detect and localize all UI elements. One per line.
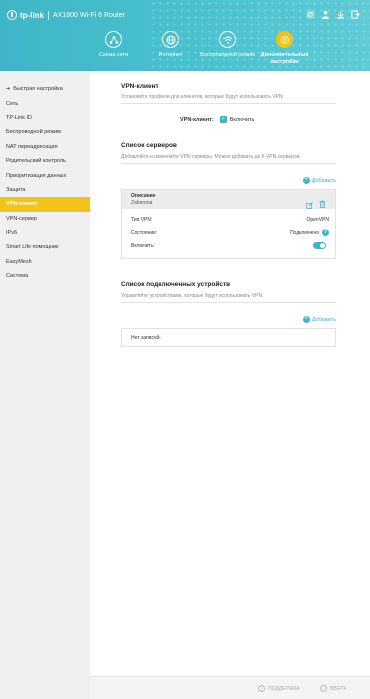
nav-network-map[interactable]: Схема сети <box>85 31 142 65</box>
sidebar-item-label: IPv6 <box>6 230 18 237</box>
main-nav: Схема сети Интернет Беспроводной режим Д… <box>85 31 313 65</box>
vpn-client-checkbox[interactable]: ✓ <box>219 116 227 123</box>
edit-icon[interactable] <box>306 196 313 209</box>
nav-wireless[interactable]: Беспроводной режим <box>199 31 256 65</box>
divider <box>121 103 336 104</box>
sidebar-item-vpn-client[interactable]: VPN-клиент <box>0 197 90 212</box>
footer: ? ПОДДЕРЖКА ↑ ВВЕРХ <box>90 676 370 699</box>
nav-label: Интернет <box>158 52 183 58</box>
nav-label: Схема сети <box>98 52 129 58</box>
nav-advanced[interactable]: Дополнительные настройки <box>256 31 313 65</box>
sidebar: ➜ Быстрая настройка Сеть TP-Link ID Беспр… <box>0 82 90 283</box>
vpn-type-value: OpenVPN <box>306 217 329 223</box>
support-link[interactable]: ? ПОДДЕРЖКА <box>258 685 300 692</box>
plus-icon: + <box>302 177 310 184</box>
sidebar-item-nat[interactable]: NAT переадресация <box>0 140 90 154</box>
sidebar-item-easymesh[interactable]: EasyMesh <box>0 255 90 269</box>
vpn-client-enable-row: VPN-клиент: ✓ Включить <box>180 116 254 123</box>
sidebar-item-ipv6[interactable]: IPv6 <box>0 226 90 240</box>
divider <box>121 302 336 303</box>
arrow-up-icon: ↑ <box>320 685 327 692</box>
top-icons <box>306 10 360 19</box>
sidebar-item-quick-setup[interactable]: ➜ Быстрая настройка <box>0 82 90 96</box>
nav-internet[interactable]: Интернет <box>142 31 199 65</box>
sidebar-item-qos[interactable]: Приоритизация данных <box>0 168 90 182</box>
server-card-header: Описание Zaborona <box>122 190 335 209</box>
divider <box>121 163 336 164</box>
wifi-icon <box>219 31 236 48</box>
vpn-enable-row: Включить: <box>131 242 329 249</box>
sidebar-item-label: Сеть <box>6 100 19 107</box>
logout-icon[interactable] <box>351 10 360 19</box>
vpn-state-label: Состояние: <box>131 229 158 236</box>
server-list-title: Список серверов <box>121 142 177 149</box>
server-card: Описание Zaborona Тип VPN: OpenVPN Состо… <box>121 189 336 259</box>
add-server-button[interactable]: + Добавить <box>302 177 336 184</box>
sidebar-item-security[interactable]: Защита <box>0 183 90 197</box>
sidebar-item-label: Быстрая настройка <box>13 86 63 93</box>
sidebar-item-label: Smart Life помощник <box>6 244 59 251</box>
sidebar-item-wireless[interactable]: Беспроводной режим <box>0 125 90 139</box>
sidebar-item-tplink-id[interactable]: TP-Link ID <box>0 111 90 125</box>
nav-label: Дополнительные настройки <box>260 52 309 65</box>
devices-empty-state: Нет записей. <box>121 328 336 347</box>
sidebar-item-label: VPN-сервер <box>6 215 37 222</box>
back-to-top-label: ВВЕРХ <box>330 685 347 692</box>
sidebar-item-label: Приоритизация данных <box>6 172 67 179</box>
description-value: Zaborona <box>131 200 153 206</box>
sidebar-item-label: Защита <box>6 186 26 193</box>
user-icon[interactable] <box>321 10 330 19</box>
description-label: Описание <box>131 193 156 199</box>
sidebar-item-label: Система <box>6 273 29 280</box>
download-icon[interactable] <box>336 10 345 19</box>
server-list-subtitle: Добавляйте и изменяйте VPN серверы. Можн… <box>121 154 301 160</box>
vpn-client-enable-label: VPN-клиент: <box>180 116 214 123</box>
sidebar-item-label: VPN-клиент <box>6 201 38 208</box>
globe-icon <box>162 31 179 48</box>
sidebar-item-smart-life[interactable]: Smart Life помощник <box>0 240 90 254</box>
sidebar-item-label: NAT переадресация <box>6 143 58 150</box>
sidebar-item-system[interactable]: Система <box>0 269 90 283</box>
sidebar-item-label: TP-Link ID <box>6 114 32 121</box>
vpn-client-subtitle: Установите профили для клиентов, которые… <box>121 94 284 100</box>
sidebar-item-label: Беспроводной режим <box>6 129 61 136</box>
router-model: AX1800 Wi-Fi 6 Router <box>53 11 125 19</box>
tp-link-logo-icon <box>7 10 17 20</box>
arrow-right-icon: ➜ <box>6 86 11 93</box>
help-icon[interactable]: ? <box>322 229 329 236</box>
top-header: tp-link AX1800 Wi-Fi 6 Router Схема сети <box>0 0 370 71</box>
add-server-label: Добавить <box>311 177 336 184</box>
add-device-button[interactable]: + Добавить <box>302 316 336 323</box>
sidebar-item-label: EasyMesh <box>6 258 32 265</box>
sidebar-item-parental[interactable]: Родительский контроль <box>0 154 90 168</box>
nav-label: Беспроводной режим <box>200 52 255 58</box>
devices-subtitle: Управляйте устройствами, которые будут и… <box>121 293 264 299</box>
devices-title: Список подключенных устройств <box>121 281 231 288</box>
vpn-client-checkbox-text: Включить <box>229 116 255 123</box>
vpn-enable-toggle[interactable] <box>313 242 326 249</box>
vpn-enable-label: Включить: <box>131 242 155 249</box>
network-map-icon <box>105 31 122 48</box>
vpn-state-row: Состояние: Подключено ? <box>131 229 329 236</box>
sidebar-item-network[interactable]: Сеть <box>0 96 90 110</box>
brand-divider <box>48 10 49 20</box>
sidebar-item-label: Родительский контроль <box>6 158 67 165</box>
support-label: ПОДДЕРЖКА <box>268 685 300 692</box>
support-icon: ? <box>258 685 265 692</box>
main-content: VPN-клиент Установите профили для клиент… <box>90 71 370 676</box>
vpn-state-value: Подключено <box>290 229 319 236</box>
gear-icon <box>276 31 293 48</box>
vpn-type-label: Тип VPN: <box>131 217 153 223</box>
vpn-state-value-wrap: Подключено ? <box>290 229 329 236</box>
sidebar-item-vpn-server[interactable]: VPN-сервер <box>0 212 90 226</box>
brand-name: tp-link <box>20 10 44 20</box>
vpn-client-title: VPN-клиент <box>121 83 159 90</box>
vpn-type-row: Тип VPN: OpenVPN <box>131 217 329 223</box>
brand: tp-link AX1800 Wi-Fi 6 Router <box>7 10 125 20</box>
add-device-label: Добавить <box>311 316 336 323</box>
trash-icon[interactable] <box>319 195 326 208</box>
back-to-top-link[interactable]: ↑ ВВЕРХ <box>320 685 346 692</box>
plus-icon: + <box>302 316 310 323</box>
settings-icon[interactable] <box>306 10 315 19</box>
